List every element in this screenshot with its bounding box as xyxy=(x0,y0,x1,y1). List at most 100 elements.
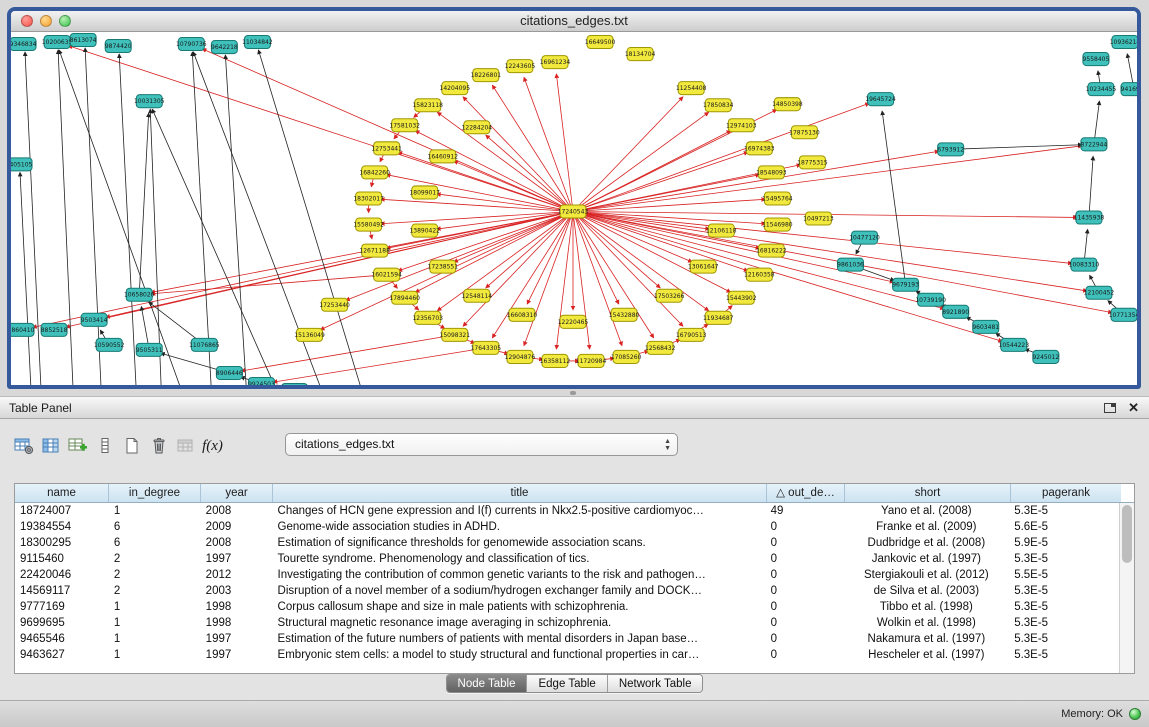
memory-ok-indicator[interactable] xyxy=(1129,708,1141,720)
network-node[interactable]: 17875130 xyxy=(789,126,820,139)
network-node[interactable]: 17850834 xyxy=(703,99,734,112)
import-table-icon[interactable] xyxy=(172,433,199,459)
network-edge[interactable] xyxy=(573,151,939,211)
network-node[interactable]: 12568432 xyxy=(645,341,676,354)
network-node[interactable]: 6793912 xyxy=(937,143,964,156)
cell-pagerank[interactable]: 5.3E-5 xyxy=(1009,503,1119,519)
network-canvas[interactable]: 1724054316961234122436051822680114204095… xyxy=(11,32,1137,385)
network-node[interactable]: 11435938 xyxy=(1074,211,1105,224)
network-node[interactable]: 9642218 xyxy=(211,41,238,54)
network-node[interactable]: 10234455 xyxy=(1086,83,1117,96)
network-node[interactable]: 16460912 xyxy=(428,150,459,163)
network-node[interactable]: 13061647 xyxy=(688,260,719,273)
cell-name[interactable]: 18300295 xyxy=(15,535,109,551)
network-node[interactable]: 17581032 xyxy=(389,119,420,132)
network-edge[interactable] xyxy=(492,85,573,211)
cell-in_degree[interactable]: 1 xyxy=(109,599,201,615)
cell-name[interactable]: 9115460 xyxy=(15,551,109,567)
network-node[interactable]: 12671188 xyxy=(359,244,390,257)
cell-short[interactable]: Nakamura et al. (1997) xyxy=(844,631,1010,647)
cell-out_degree[interactable]: 0 xyxy=(766,615,844,631)
network-node[interactable]: 15580492 xyxy=(353,218,384,231)
cell-title[interactable]: Changes of HCN gene expression and I(f) … xyxy=(273,503,766,519)
cell-pagerank[interactable]: 5.3E-5 xyxy=(1009,615,1119,631)
cell-title[interactable]: Estimation of significance thresholds fo… xyxy=(273,535,766,551)
cell-short[interactable]: Jankovic et al. (1997) xyxy=(844,551,1010,567)
table-row[interactable]: 1938455462009Genome-wide association stu… xyxy=(15,519,1119,535)
cell-year[interactable]: 1997 xyxy=(201,551,273,567)
cell-out_degree[interactable]: 0 xyxy=(766,583,844,599)
network-node[interactable]: 9860410 xyxy=(11,323,35,336)
network-node[interactable]: 10771354 xyxy=(1109,308,1137,321)
network-node[interactable]: 11934687 xyxy=(703,311,734,324)
network-node[interactable]: 14204095 xyxy=(440,82,471,95)
cell-name[interactable]: 18724007 xyxy=(15,503,109,519)
network-node[interactable]: 17238551 xyxy=(428,260,459,273)
cell-pagerank[interactable]: 5.6E-5 xyxy=(1009,519,1119,535)
cell-in_degree[interactable]: 1 xyxy=(109,615,201,631)
network-node[interactable]: 16974383 xyxy=(744,142,775,155)
cell-out_degree[interactable]: 0 xyxy=(766,599,844,615)
network-node[interactable]: 13890422 xyxy=(409,224,440,237)
network-node[interactable]: 15495764 xyxy=(762,192,793,205)
network-edge[interactable] xyxy=(1089,156,1093,217)
table-row[interactable]: 1456911722003Disruption of a novel membe… xyxy=(15,583,1119,599)
cell-name[interactable]: 9777169 xyxy=(15,599,109,615)
column-header-pagerank[interactable]: pagerank xyxy=(1011,484,1121,502)
cell-year[interactable]: 1997 xyxy=(201,631,273,647)
network-node[interactable]: 15098321 xyxy=(440,328,471,341)
network-node[interactable]: 10497213 xyxy=(803,212,834,225)
window-titlebar[interactable]: citations_edges.txt xyxy=(11,11,1137,32)
cell-pagerank[interactable]: 5.3E-5 xyxy=(1009,631,1119,647)
table-row[interactable]: 911546021997Tourette syndrome. Phenomeno… xyxy=(15,551,1119,567)
network-node[interactable]: 11034842 xyxy=(242,36,273,49)
network-node[interactable]: 12220465 xyxy=(558,315,589,328)
cell-title[interactable]: Disruption of a novel member of a sodium… xyxy=(273,583,766,599)
column-header-out_degree[interactable]: △ out_de… xyxy=(767,484,845,502)
network-node[interactable]: 10477120 xyxy=(849,231,880,244)
network-node[interactable]: 12974103 xyxy=(726,119,757,132)
cell-pagerank[interactable]: 5.3E-5 xyxy=(1009,583,1119,599)
cell-short[interactable]: Hescheler et al. (1997) xyxy=(844,647,1010,663)
table-row[interactable]: 1872400712008Changes of HCN gene express… xyxy=(15,503,1119,519)
cell-short[interactable]: Dudbridge et al. (2008) xyxy=(844,535,1010,551)
cell-title[interactable]: Embryonic stem cells: a model to study s… xyxy=(273,647,766,663)
network-edge[interactable] xyxy=(273,348,486,382)
cell-title[interactable]: Investigating the contribution of common… xyxy=(273,567,766,583)
network-node[interactable]: 16961234 xyxy=(540,56,571,69)
table-row[interactable]: 946554611997Estimation of the future num… xyxy=(15,631,1119,647)
network-node[interactable]: 12904876 xyxy=(505,350,536,363)
network-node[interactable]: 9861036 xyxy=(837,258,864,271)
trash-icon[interactable] xyxy=(145,433,172,459)
close-panel-icon[interactable]: ✕ xyxy=(1128,402,1139,414)
cell-in_degree[interactable]: 1 xyxy=(109,647,201,663)
network-edge[interactable] xyxy=(225,55,246,385)
network-edge[interactable] xyxy=(524,77,573,211)
cell-pagerank[interactable]: 5.3E-5 xyxy=(1009,599,1119,615)
network-node[interactable]: 12548114 xyxy=(462,289,493,302)
float-panel-icon[interactable] xyxy=(1104,403,1116,413)
network-node[interactable]: 17643305 xyxy=(471,341,502,354)
cell-in_degree[interactable]: 1 xyxy=(109,503,201,519)
network-edge[interactable] xyxy=(151,275,386,294)
network-node[interactable]: 9874420 xyxy=(105,40,132,53)
network-node[interactable]: 10790736 xyxy=(176,38,207,51)
network-node[interactable]: 9924503 xyxy=(248,377,275,385)
network-edge[interactable] xyxy=(556,74,573,211)
network-node[interactable]: 11076865 xyxy=(189,338,220,351)
cell-title[interactable]: Structural magnetic resonance image aver… xyxy=(273,615,766,631)
column-header-year[interactable]: year xyxy=(201,484,273,502)
network-node[interactable]: 16021594 xyxy=(371,268,402,281)
network-node[interactable]: 10739190 xyxy=(915,293,946,306)
column-header-title[interactable]: title xyxy=(273,484,767,502)
cell-out_degree[interactable]: 0 xyxy=(766,535,844,551)
table-edit-icon[interactable] xyxy=(64,433,91,459)
network-edge[interactable] xyxy=(463,97,573,212)
column-icon[interactable] xyxy=(91,433,118,459)
network-node[interactable]: 16649500 xyxy=(585,36,616,49)
table-selector-dropdown[interactable]: citations_edges.txt ▲▼ xyxy=(285,433,678,456)
network-node[interactable]: 14850398 xyxy=(772,98,803,111)
cell-short[interactable]: Tibbo et al. (1998) xyxy=(844,599,1010,615)
network-node[interactable]: 9405105 xyxy=(11,158,33,171)
network-node[interactable]: 17894460 xyxy=(389,291,420,304)
